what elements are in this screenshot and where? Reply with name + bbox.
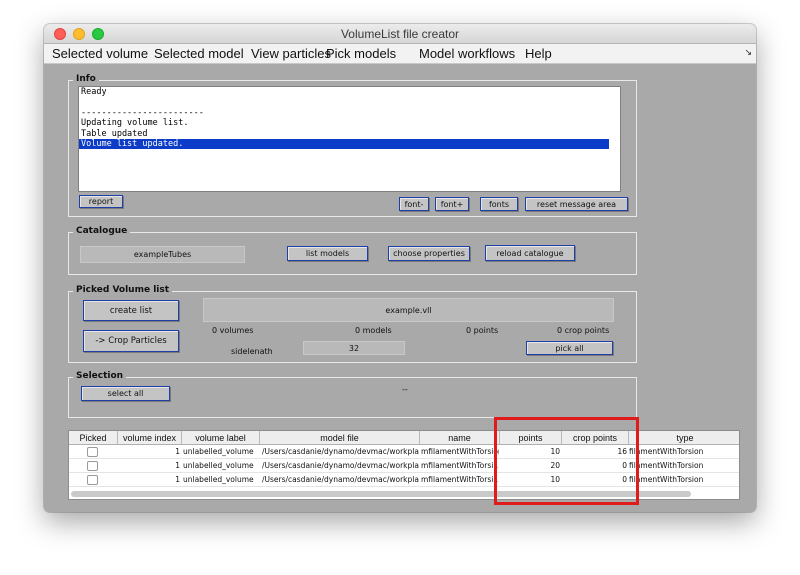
picked-checkbox[interactable] — [87, 461, 98, 471]
table-row[interactable]: 1 unlabelled_volume /Users/casdanie/dyna… — [69, 473, 739, 487]
volume-index-cell: 1 — [175, 475, 180, 484]
type-cell: filamentWithTorsion — [629, 447, 704, 456]
table-header: Picked volume index volume label model f… — [69, 431, 739, 445]
volume-index-cell: 1 — [175, 461, 180, 470]
menu-bar: Selected volume Selected model View part… — [44, 44, 756, 64]
volume-table[interactable]: Picked volume index volume label model f… — [68, 430, 740, 500]
report-button[interactable]: report — [79, 195, 123, 208]
log-line: ------------------------ — [81, 107, 204, 118]
model-file-cell: /Users/casdanie/dynamo/devmac/workplac..… — [262, 461, 419, 470]
column-header-crop-points[interactable]: crop points — [562, 431, 629, 445]
volume-index-cell: 1 — [175, 447, 180, 456]
picked-checkbox[interactable] — [87, 475, 98, 485]
selection-value: -- — [402, 385, 408, 394]
crop-particles-button[interactable]: -> Crop Particles — [83, 330, 179, 352]
column-header-volume-label[interactable]: volume label — [182, 431, 260, 445]
title-bar: VolumeList file creator — [44, 24, 756, 44]
menu-overflow-icon[interactable]: ↘ — [744, 47, 752, 58]
column-header-volume-index[interactable]: volume index — [118, 431, 182, 445]
column-header-points[interactable]: points — [500, 431, 562, 445]
menu-help[interactable]: Help — [525, 46, 552, 61]
column-header-name[interactable]: name — [420, 431, 500, 445]
info-panel-title: Info — [73, 74, 99, 84]
column-header-picked[interactable]: Picked — [69, 431, 118, 445]
model-file-cell: /Users/casdanie/dynamo/devmac/workplac..… — [262, 475, 419, 484]
volume-label-cell: unlabelled_volume — [183, 447, 254, 456]
create-list-button[interactable]: create list — [83, 300, 179, 321]
selection-panel-title: Selection — [73, 371, 127, 381]
name-cell: mfilamentWithTorsi... — [421, 461, 499, 470]
catalogue-name-field: exampleTubes — [80, 246, 245, 263]
message-log[interactable]: Ready ------------------------ Updating … — [78, 86, 621, 192]
points-count: 0 points — [466, 326, 499, 335]
type-cell: filamentWithTorsion — [629, 461, 704, 470]
type-cell: filamentWithTorsion — [629, 475, 704, 484]
picked-checkbox[interactable] — [87, 447, 98, 457]
points-cell: 20 — [550, 461, 560, 470]
volume-label-cell: unlabelled_volume — [183, 461, 254, 470]
column-header-type[interactable]: type — [629, 431, 739, 445]
column-header-model-file[interactable]: model file — [260, 431, 420, 445]
menu-model-workflows[interactable]: Model workflows — [419, 46, 515, 61]
volume-list-filename-field[interactable]: example.vll — [203, 298, 614, 322]
window-title: VolumeList file creator — [340, 27, 460, 41]
sidelength-field[interactable]: 32 — [303, 341, 405, 355]
fonts-button[interactable]: fonts — [480, 197, 518, 211]
points-cell: 10 — [550, 475, 560, 484]
reset-message-area-button[interactable]: reset message area — [525, 197, 628, 211]
table-row[interactable]: 1 unlabelled_volume /Users/casdanie/dyna… — [69, 445, 739, 459]
log-line: Updating volume list. — [81, 118, 189, 129]
font-decrease-button[interactable]: font- — [399, 197, 429, 211]
table-row[interactable]: 1 unlabelled_volume /Users/casdanie/dyna… — [69, 459, 739, 473]
points-cell: 10 — [550, 447, 560, 456]
font-increase-button[interactable]: font+ — [435, 197, 469, 211]
catalogue-panel-title: Catalogue — [73, 226, 131, 236]
picked-volume-list-title: Picked Volume list — [73, 285, 173, 295]
pick-all-button[interactable]: pick all — [526, 341, 613, 355]
crop-points-cell: 0 — [622, 475, 627, 484]
menu-selected-volume[interactable]: Selected volume — [52, 46, 148, 61]
crop-points-cell: 16 — [617, 447, 627, 456]
menu-view-particles[interactable]: View particles — [251, 46, 331, 61]
log-line: Ready — [81, 87, 107, 97]
horizontal-scrollbar[interactable] — [71, 491, 691, 497]
select-all-button[interactable]: select all — [81, 386, 170, 401]
list-models-button[interactable]: list models — [287, 246, 368, 261]
model-file-cell: /Users/casdanie/dynamo/devmac/workplac..… — [262, 447, 419, 456]
log-line-selected: Volume list updated. — [79, 138, 609, 150]
crop-points-count: 0 crop points — [557, 326, 610, 335]
name-cell: mfilamentWithTorsi... — [421, 475, 499, 484]
reload-catalogue-button[interactable]: reload catalogue — [485, 245, 575, 261]
menu-selected-model[interactable]: Selected model — [154, 46, 244, 61]
name-cell: mfilamentWithTorsion — [421, 447, 499, 456]
sidelength-label: sidelenath — [231, 347, 273, 356]
models-count: 0 models — [355, 326, 392, 335]
volumes-count: 0 volumes — [212, 326, 254, 335]
choose-properties-button[interactable]: choose properties — [388, 246, 470, 261]
log-line: Table updated — [81, 128, 148, 139]
volume-label-cell: unlabelled_volume — [183, 475, 254, 484]
menu-pick-models[interactable]: Pick models — [326, 46, 396, 61]
crop-points-cell: 0 — [622, 461, 627, 470]
